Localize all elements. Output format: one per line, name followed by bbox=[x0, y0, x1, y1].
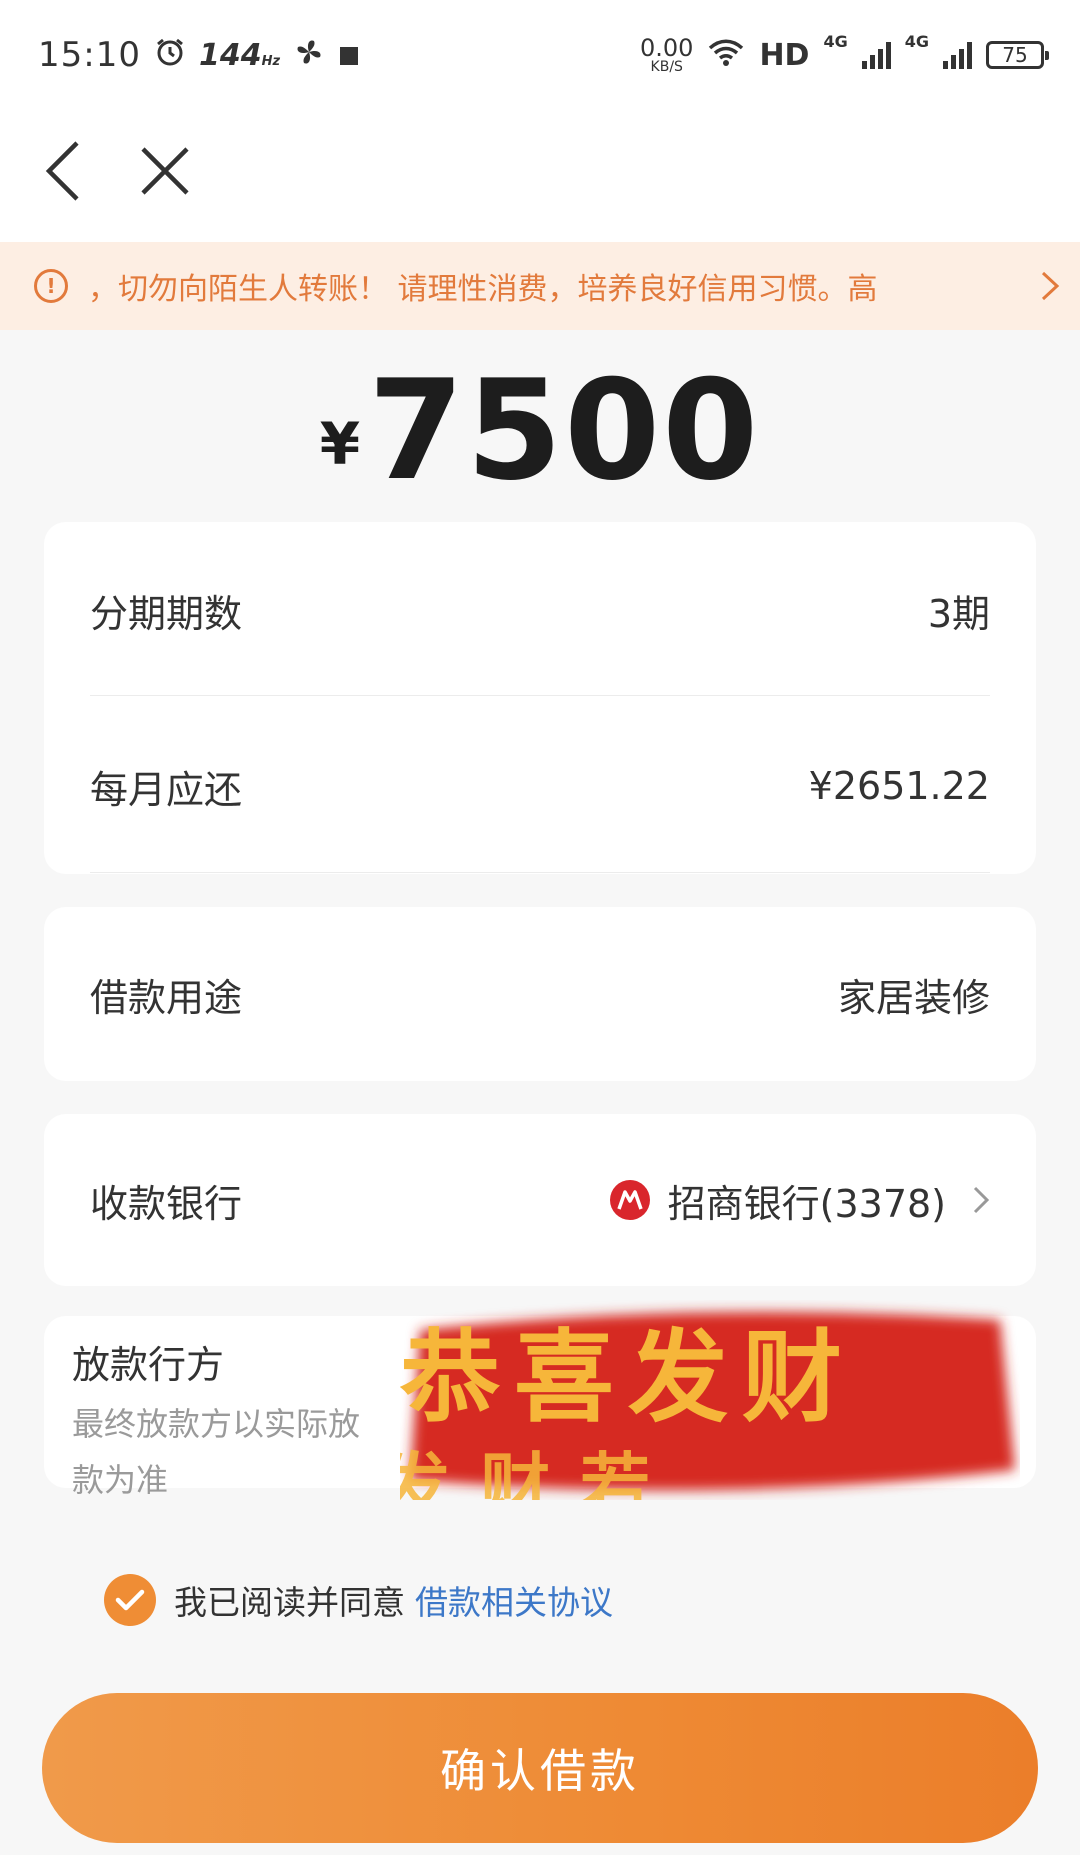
bank-value: 招商银行(3378) bbox=[667, 1181, 946, 1226]
installments-value: 3期 bbox=[927, 591, 990, 636]
notice-text: ，切勿向陌生人转账！ 请理性消费，培养良好信用习惯。高 bbox=[88, 272, 878, 307]
refresh-rate-value: 144 bbox=[198, 37, 262, 73]
chevron-right-icon bbox=[1040, 270, 1060, 302]
back-arrow-icon bbox=[43, 139, 83, 207]
status-bar: 15:10 144Hz 0.00 KB/S HD 4G 4G 75 bbox=[0, 0, 1080, 110]
close-icon bbox=[139, 145, 191, 201]
network-type-2: 4G bbox=[904, 31, 929, 51]
monthly-row: 每月应还 ¥2651.22 bbox=[90, 748, 990, 824]
network-type-1: 4G bbox=[823, 31, 848, 51]
square-icon bbox=[338, 36, 360, 75]
purpose-row: 借款用途 家居装修 bbox=[90, 956, 990, 1032]
monthly-label: 每月应还 bbox=[90, 767, 243, 812]
purpose-card[interactable]: 借款用途 家居装修 bbox=[44, 907, 1036, 1081]
close-button[interactable] bbox=[130, 138, 200, 208]
lucky-sticker-image: 恭喜发财 发财若 bbox=[380, 1300, 1020, 1527]
svg-text:发财若: 发财若 bbox=[400, 1445, 680, 1500]
status-time: 15:10 bbox=[38, 35, 141, 75]
purpose-value: 家居装修 bbox=[837, 975, 990, 1020]
refresh-rate-unit: Hz bbox=[261, 53, 281, 69]
refresh-rate: 144Hz bbox=[199, 38, 280, 73]
battery-icon: 75 bbox=[986, 41, 1049, 69]
installment-card: 分期期数 3期 每月应还 ¥2651.22 bbox=[44, 522, 1036, 874]
agreement-link[interactable]: 借款相关协议 bbox=[415, 1576, 613, 1624]
back-button[interactable] bbox=[28, 138, 98, 208]
divider bbox=[90, 695, 990, 696]
monthly-value: ¥2651.22 bbox=[808, 764, 990, 808]
notice-banner[interactable]: ! ，切勿向陌生人转账！ 请理性消费，培养良好信用习惯。高 bbox=[0, 242, 1080, 330]
loan-amount: ¥ 7500 bbox=[0, 360, 1080, 500]
bank-logo-icon bbox=[609, 1180, 650, 1220]
bank-card[interactable]: 收款银行 招商银行(3378) bbox=[44, 1114, 1036, 1286]
signal-icon bbox=[861, 41, 891, 69]
hd-label: HD bbox=[759, 37, 810, 73]
net-speed: 0.00 KB/S bbox=[640, 36, 693, 74]
bank-row: 收款银行 招商银行(3378) bbox=[90, 1162, 990, 1238]
chevron-right-icon bbox=[972, 1185, 990, 1215]
agreement-row: 我已阅读并同意 借款相关协议 bbox=[104, 1574, 613, 1626]
amount-value: 7500 bbox=[368, 350, 761, 511]
net-speed-unit: KB/S bbox=[650, 59, 683, 75]
installments-row[interactable]: 分期期数 3期 bbox=[90, 572, 990, 648]
agreement-checkbox[interactable] bbox=[104, 1574, 156, 1626]
purpose-label: 借款用途 bbox=[90, 975, 243, 1020]
confirm-loan-button[interactable]: 确认借款 bbox=[42, 1693, 1038, 1843]
wifi-icon bbox=[707, 36, 745, 75]
lender-subtitle: 最终放款方以实际放款为准 bbox=[72, 1405, 361, 1499]
warning-circle-icon: ! bbox=[34, 269, 68, 303]
status-right: 0.00 KB/S HD 4G 4G 75 bbox=[640, 32, 1049, 75]
agreement-text: 我已阅读并同意 bbox=[174, 1583, 405, 1622]
signal-icon-2 bbox=[943, 41, 972, 69]
currency-symbol: ¥ bbox=[319, 410, 361, 478]
installments-label: 分期期数 bbox=[90, 591, 243, 636]
svg-text:恭喜发财: 恭喜发财 bbox=[400, 1319, 856, 1436]
battery-level: 75 bbox=[1002, 43, 1028, 67]
lender-title: 放款行方 bbox=[72, 1343, 225, 1387]
status-left: 15:10 144Hz bbox=[38, 35, 360, 75]
fan-icon bbox=[294, 36, 324, 75]
net-speed-value: 0.00 bbox=[640, 34, 694, 62]
bank-value-group: 招商银行(3378) bbox=[609, 1173, 990, 1228]
bank-label: 收款银行 bbox=[90, 1181, 243, 1226]
nav-bar bbox=[0, 110, 1080, 242]
alarm-icon bbox=[155, 36, 185, 75]
divider bbox=[90, 872, 990, 873]
